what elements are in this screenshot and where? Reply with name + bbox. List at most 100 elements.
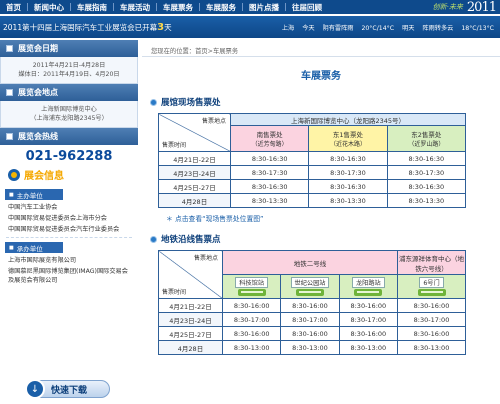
bus-icon (354, 289, 383, 296)
location-east1-booth: 东1售票处 （近花木路） (308, 125, 388, 152)
corner-location-label: 售票地点 (201, 118, 226, 125)
nav-news[interactable]: 新闻中心 (28, 2, 70, 13)
weather-today-label: 今天 (302, 25, 315, 32)
time-cell: 8:30-13:30 (386, 193, 467, 208)
table-row: 4月21日-22日 8:30-16:30 8:30-16:30 8:30-16:30 (158, 151, 467, 166)
section-onsite-title: 展馆现场售票处 (150, 96, 500, 108)
corner-time-label: 售票时间 (162, 142, 187, 149)
time-cell: 8:30-17:30 (386, 165, 467, 180)
location-sub: （近花木路） (329, 141, 366, 148)
time-cell: 8:30-16:30 (308, 151, 388, 166)
venue-group-header: 上海新国际博览中心（龙阳路2345号） (230, 113, 466, 126)
weather-city: 上海 (281, 25, 295, 32)
station-cell: 6号门 (397, 274, 466, 299)
organizer-link[interactable]: 中国汽车工业协会 (0, 202, 138, 213)
sidebar: 展览会日期 2011年4月21日-4月28日 媒体日：2011年4月19日、4月… (0, 40, 138, 404)
date-cell: 4月28日 (158, 340, 223, 355)
venue-name: 上海新国际博览中心 (41, 106, 97, 113)
station-name: 世纪公园站 (290, 277, 330, 288)
info-globe-icon (8, 168, 20, 181)
weather-today-condition: 阴有雷阵雨 (322, 25, 354, 32)
dates-heading: 展览会日期 (0, 40, 138, 57)
time-cell: 8:30-13:30 (229, 193, 310, 208)
hotline-heading: 展览会热线 (0, 128, 138, 145)
location-east2-booth: 东2售票处 （近罗山路） (386, 125, 467, 152)
location-name: 东2售票处 (411, 131, 442, 139)
time-cell: 8:30-16:00 (221, 298, 282, 313)
time-cell: 8:30-16:30 (229, 179, 310, 194)
breadcrumb: 您现在的位置：首页>车展票务 (142, 40, 500, 57)
bus-icon (295, 289, 324, 296)
brand-logo: 创新·未来 2011 (433, 0, 497, 15)
table-row: 4月28日 8:30-13:00 8:30-13:00 8:30-13:00 8:30-… (158, 340, 466, 355)
brand-year: 2011 (466, 0, 497, 15)
bullet-dot-icon (150, 235, 157, 243)
date-cell: 4月25日-27日 (158, 179, 231, 194)
download-arrow-icon: ↓ (25, 379, 45, 399)
contractor-link[interactable]: 德国慕尼黑国际博览集团(IMAG)国际交易会及展览会有限公司 (0, 266, 138, 286)
station-name: 科技馆站 (235, 277, 269, 288)
location-name: 南售票处 (256, 131, 283, 139)
quick-download-button[interactable]: ↓ 快速下载 (25, 379, 110, 399)
weather-info: 上海 今天 阴有雷阵雨 20°C/14°C 明天 阵雨转多云 18°C/13°C (276, 23, 494, 32)
time-cell: 8:30-16:00 (338, 326, 399, 341)
dates-line: 2011年4月21日-4月28日 (32, 62, 106, 69)
location-name: 东1售票处 (332, 131, 364, 139)
date-cell: 4月28日 (158, 193, 231, 208)
time-cell: 8:30-16:00 (280, 326, 340, 341)
nav-guide[interactable]: 车展指南 (71, 2, 113, 13)
date-cell: 4月23日-24日 (158, 312, 223, 327)
time-cell: 8:30-16:00 (338, 298, 399, 313)
station-name: 龙阳路站 (351, 277, 385, 288)
square-bullet-icon (6, 45, 13, 52)
station-cell: 科技馆站 (221, 274, 282, 299)
hotline-number: 021-962288 (25, 149, 113, 164)
time-cell: 8:30-13:00 (280, 340, 340, 355)
weather-tomorrow-label: 明天 (402, 25, 415, 32)
location-south-booth: 南售票处 （近芳甸路） (229, 125, 310, 152)
table-row: 4月23日-24日 8:30-17:30 8:30-17:30 8:30-17:30 (158, 165, 467, 180)
divider (6, 237, 132, 238)
main-content: 您现在的位置：首页>车展票务 车展票务 展馆现场售票处 售票地点 售票时间 上海… (142, 40, 500, 404)
nav-home[interactable]: 首页 (0, 2, 27, 13)
table-row: 4月25日-27日 8:30-16:30 8:30-16:30 8:30-16:30 (158, 179, 467, 194)
table-row: 4月28日 8:30-13:30 8:30-13:30 8:30-13:30 (158, 193, 467, 208)
nav-history[interactable]: 往届回顾 (286, 2, 328, 13)
countdown: 2011第十四届上海国际汽车工业展览会已开幕3天 (3, 22, 172, 33)
time-cell: 8:30-17:00 (221, 312, 282, 327)
date-cell: 4月21日-22日 (158, 298, 223, 313)
organizer-link[interactable]: 中国国际贸易促进委员会汽车行业委员会 (0, 224, 138, 235)
date-cell: 4月25日-27日 (158, 326, 223, 341)
table-corner-cell: 售票地点 售票时间 (158, 250, 223, 299)
media-dates-line: 媒体日：2011年4月19日、4月20日 (18, 71, 120, 78)
square-bullet-icon (6, 89, 13, 96)
booth-map-link[interactable]: ＊ 点击查看“现场售票处位置图” (166, 213, 500, 223)
station-cell: 世纪公园站 (280, 274, 340, 299)
station-cell: 龙阳路站 (338, 274, 399, 299)
nav-tickets[interactable]: 车展票务 (157, 2, 199, 13)
dates-body: 2011年4月21日-4月28日 媒体日：2011年4月19日、4月20日 (0, 57, 138, 84)
time-cell: 8:30-17:00 (280, 312, 340, 327)
contractor-link[interactable]: 上海市国际展览有限公司 (0, 255, 138, 266)
countdown-suffix: 天 (164, 22, 172, 32)
location-sub: （近芳甸路） (251, 141, 288, 148)
bus-icon (417, 289, 446, 296)
dates-heading-text: 展览会日期 (18, 44, 58, 53)
info-bar: 2011第十四届上海国际汽车工业展览会已开幕3天 上海 今天 阴有雷阵雨 20°… (0, 16, 500, 38)
venue-heading: 展览会地点 (0, 84, 138, 101)
nav-activities[interactable]: 车展活动 (114, 2, 156, 13)
nav-services[interactable]: 车展服务 (200, 2, 242, 13)
venue-heading-text: 展览会地点 (18, 88, 58, 97)
info-title: 展会信息 (0, 164, 138, 185)
nav-gallery[interactable]: 图片点播 (243, 2, 285, 13)
organizer-link[interactable]: 中国国际贸易促进委员会上海市分会 (0, 213, 138, 224)
metro-line2-header: 地铁二号线 (222, 250, 398, 275)
time-cell: 8:30-17:30 (229, 165, 310, 180)
time-cell: 8:30-16:00 (397, 298, 466, 313)
time-cell: 8:30-16:00 (280, 298, 340, 313)
organizer-heading: 主办单位 (5, 189, 63, 200)
time-cell: 8:30-17:00 (338, 312, 399, 327)
venue-address: （上海浦东龙阳路2345号） (30, 115, 108, 122)
time-cell: 8:30-16:30 (386, 151, 467, 166)
bullet-dot-icon (150, 98, 157, 106)
